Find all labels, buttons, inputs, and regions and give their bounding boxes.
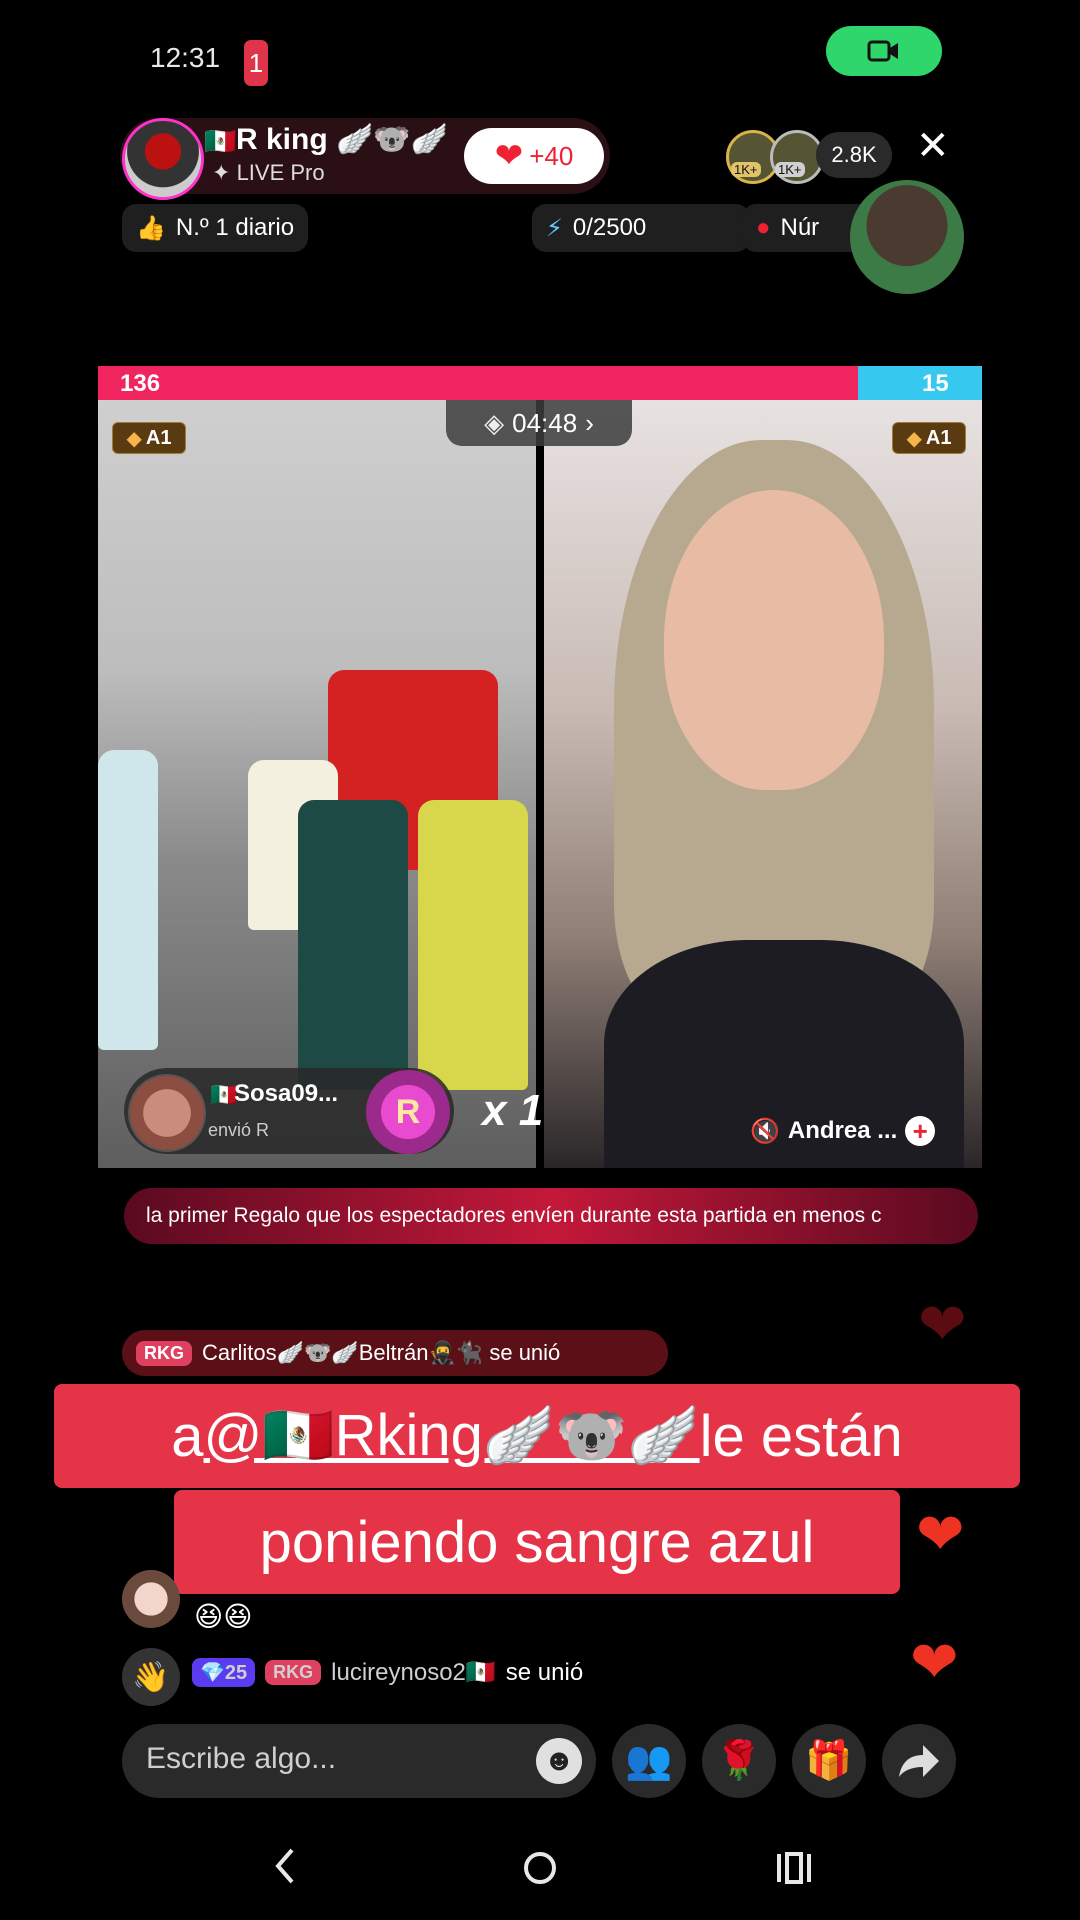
diamond-icon: ◆ — [126, 427, 142, 450]
nav-recents-icon[interactable] — [774, 1850, 814, 1896]
host-subtitle: ✦ LIVE Pro — [212, 160, 325, 185]
score-right: 15 — [922, 370, 949, 397]
heart-icon: ❤ — [494, 137, 524, 175]
daily-rank-chip[interactable]: 👍 N.º 1 diario — [122, 204, 309, 252]
viewer-count[interactable]: 2.8K — [816, 132, 892, 178]
multi-guest-button[interactable]: 👥 — [612, 1724, 686, 1798]
close-icon[interactable]: ✕ — [916, 126, 950, 166]
host-name: R king 🪽🐨🪽 — [236, 123, 449, 156]
like-button[interactable]: ❤ +40 — [464, 128, 604, 184]
chat-message: 😆😆 — [194, 1601, 253, 1632]
gift-box-icon: 🎁 — [805, 1740, 853, 1782]
emoji-icon[interactable]: ☻ — [536, 1738, 582, 1784]
host-badges: 🪽🐨🪽 — [336, 123, 449, 156]
floating-heart-icon: ❤ — [918, 1292, 967, 1357]
caption-line-2: poniendo sangre azul — [174, 1490, 900, 1594]
gem-level-badge: 💎25 — [192, 1658, 256, 1687]
nav-home-icon[interactable] — [522, 1850, 558, 1896]
people-icon: 👥 — [625, 1740, 673, 1782]
video-camera-icon — [867, 40, 898, 62]
battle-score-bar — [98, 366, 982, 400]
like-count: +40 — [529, 140, 574, 171]
gift-sender-name: Sosa09... — [234, 1080, 339, 1107]
muted-speaker-icon: 🔇 — [750, 1117, 780, 1145]
notification-badge: 1 — [244, 40, 268, 86]
floating-heart-icon: ❤ — [916, 1502, 965, 1567]
chevron-right-icon: › — [585, 407, 594, 438]
tier-badge-left: ◆ A1 — [112, 422, 186, 454]
avatar-icon: ● — [756, 214, 771, 241]
host-flag: 🇲🇽 — [204, 126, 237, 156]
gift-button[interactable]: 🎁 — [792, 1724, 866, 1798]
battle-rules-ticker: la primer Regalo que los espectadores en… — [124, 1188, 978, 1244]
follow-plus-button[interactable]: + — [905, 1116, 936, 1146]
share-button[interactable] — [882, 1724, 956, 1798]
host-avatar[interactable] — [122, 118, 204, 200]
floating-heart-icon: ❤ — [910, 1630, 959, 1695]
gift-multiplier: x 1 — [482, 1086, 544, 1135]
gift-sender-avatar[interactable] — [128, 1074, 206, 1152]
opponent-video-panel[interactable] — [544, 400, 982, 1168]
chat-user-avatar[interactable] — [122, 1570, 180, 1628]
score-left: 136 — [120, 370, 161, 397]
caption-line-1: a @🇲🇽Rking🪽🐨🪽 le están — [54, 1384, 1020, 1488]
thumbs-up-icon: 👍 — [136, 214, 166, 242]
opponent-name-pill[interactable]: 🔇 Andrea ... + — [750, 1110, 968, 1152]
fan-badge: RKG — [136, 1340, 192, 1366]
join-notification-2: 💎25 RKG lucireynoso2🇲🇽 se unió — [192, 1658, 583, 1687]
lightning-icon: ⚡ — [546, 214, 563, 242]
fan-badge: RKG — [265, 1660, 322, 1685]
gift-action: envió R — [208, 1120, 270, 1140]
diamond-icon: ◈ — [484, 407, 505, 438]
tier-badge-right: ◆ A1 — [892, 422, 966, 454]
battle-timer[interactable]: ◈ 04:48 › — [446, 400, 632, 446]
mention-link[interactable]: @🇲🇽Rking🪽🐨🪽 — [204, 1402, 700, 1470]
comment-placeholder: Escribe algo... — [146, 1742, 337, 1775]
rose-gift-button[interactable]: 🌹 — [702, 1724, 776, 1798]
guest-camera-bubble[interactable] — [850, 180, 964, 294]
goal-chip[interactable]: ⚡ 0/2500 — [532, 204, 750, 252]
sparkle-icon: ✦ — [212, 160, 231, 185]
nav-back-icon[interactable] — [270, 1846, 300, 1896]
wave-hand-icon[interactable]: 👋 — [122, 1648, 180, 1706]
host-video-panel[interactable] — [98, 400, 536, 1168]
status-time: 12:31 — [150, 42, 221, 73]
diamond-icon: ◆ — [906, 427, 922, 450]
panel-divider — [536, 400, 544, 1168]
rose-icon: 🌹 — [715, 1740, 763, 1782]
camera-button[interactable] — [826, 26, 942, 76]
gift-emblem-icon: R — [366, 1070, 450, 1154]
join-notification: RKG Carlitos🪽🐨🪽Beltrán🥷🐈‍⬛ se unió — [122, 1330, 668, 1376]
share-arrow-icon — [899, 1745, 939, 1777]
